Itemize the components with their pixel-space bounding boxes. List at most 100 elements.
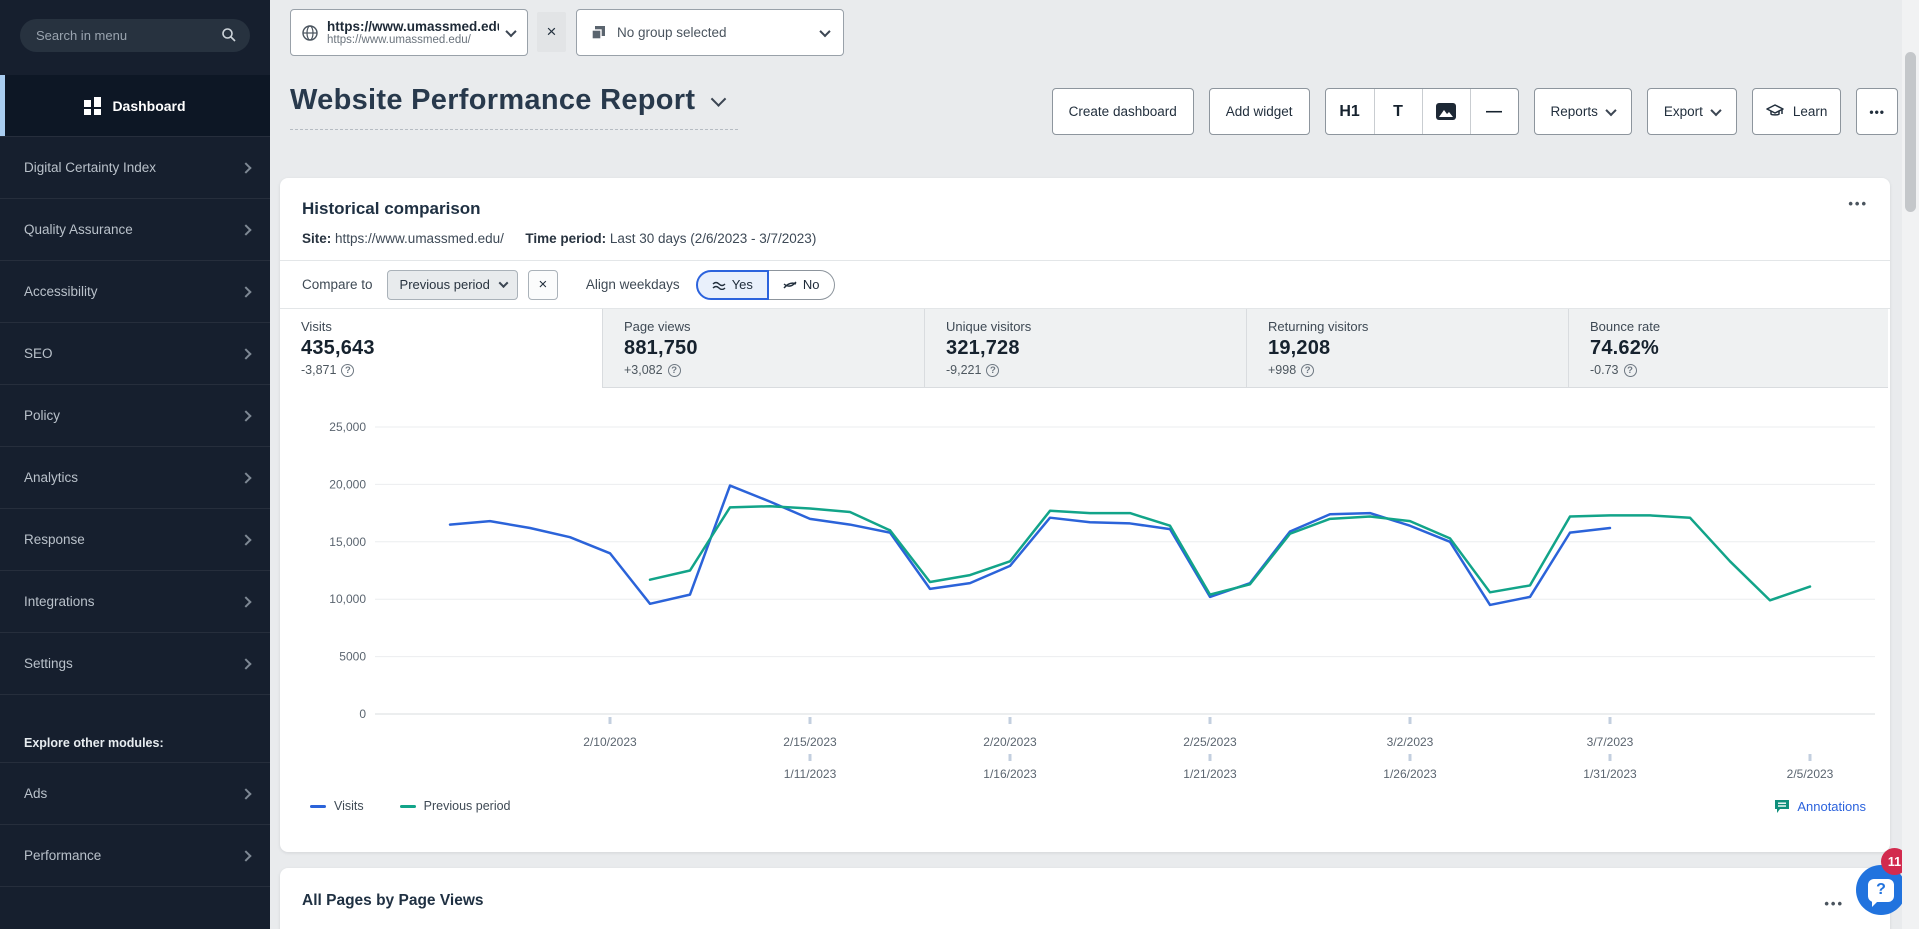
metric-tabs-row: Visits 435,643 -3,871? Page views 881,75… <box>280 308 1890 388</box>
svg-text:1/16/2023: 1/16/2023 <box>983 767 1037 780</box>
group-selector-dropdown[interactable]: No group selected <box>576 9 844 56</box>
sidebar-item-performance[interactable]: Performance <box>0 824 270 886</box>
historical-comparison-card: Historical comparison ••• Site: https://… <box>280 178 1890 852</box>
sidebar: Dashboard Digital Certainty Index Qualit… <box>0 0 270 929</box>
sidebar-item-accessibility[interactable]: Accessibility <box>0 260 270 322</box>
compare-controls-row: Compare to Previous period × Align weekd… <box>280 261 1890 308</box>
sidebar-item-analytics[interactable]: Analytics <box>0 446 270 508</box>
metric-label: Visits <box>301 319 602 334</box>
info-icon[interactable]: ? <box>1624 364 1637 377</box>
sidebar-nav: Digital Certainty Index Quality Assuranc… <box>0 136 270 929</box>
chevron-right-icon <box>240 286 251 297</box>
clear-compare-button[interactable]: × <box>528 270 558 300</box>
more-actions-button[interactable]: ••• <box>1856 88 1898 135</box>
sidebar-item-settings[interactable]: Settings <box>0 632 270 694</box>
align-weekdays-yes-button[interactable]: Yes <box>696 270 769 300</box>
card-menu-button[interactable]: ••• <box>1848 196 1868 211</box>
visits-line-chart[interactable]: 0500010,00015,00020,00025,0002/10/20232/… <box>290 400 1880 780</box>
sidebar-item-policy[interactable]: Policy <box>0 384 270 446</box>
sidebar-item-ads[interactable]: Ads <box>0 762 270 824</box>
sidebar-item-quality-assurance[interactable]: Quality Assurance <box>0 198 270 260</box>
visits-swatch <box>310 805 326 808</box>
chevron-right-icon <box>240 162 251 173</box>
group-icon <box>591 25 607 41</box>
site-selector-dropdown[interactable]: https://www.umassmed.edu/ https://www.um… <box>290 9 528 56</box>
legend-item-visits[interactable]: Visits <box>310 799 364 813</box>
metric-label: Bounce rate <box>1590 319 1888 334</box>
info-icon[interactable]: ? <box>986 364 999 377</box>
metric-delta: +998 <box>1268 363 1296 377</box>
text-widget-button[interactable]: T <box>1374 89 1422 134</box>
sidebar-item-dashboard[interactable]: Dashboard <box>0 75 270 136</box>
sidebar-item-digital-certainty-index[interactable]: Digital Certainty Index <box>0 136 270 198</box>
metric-tab-page-views[interactable]: Page views 881,750 +3,082? <box>602 309 924 388</box>
page-scrollbar[interactable] <box>1902 0 1919 929</box>
metric-value: 74.62% <box>1590 337 1888 360</box>
sidebar-item-label: Response <box>24 532 242 547</box>
svg-text:2/10/2023: 2/10/2023 <box>583 735 637 749</box>
add-widget-button[interactable]: Add widget <box>1209 88 1310 135</box>
sidebar-item-integrations[interactable]: Integrations <box>0 570 270 632</box>
metric-tab-visits[interactable]: Visits 435,643 -3,871? <box>280 309 602 388</box>
legend-label: Previous period <box>424 799 511 813</box>
metric-delta: -3,871 <box>301 363 336 377</box>
card-menu-button[interactable]: ••• <box>1824 896 1844 911</box>
sidebar-item-response[interactable]: Response <box>0 508 270 570</box>
question-bubble-icon: ? <box>1868 879 1894 902</box>
metric-label: Unique visitors <box>946 319 1246 334</box>
clear-site-button[interactable]: × <box>537 12 566 52</box>
metric-tab-unique-visitors[interactable]: Unique visitors 321,728 -9,221? <box>924 309 1246 388</box>
image-widget-button[interactable] <box>1422 89 1470 134</box>
heading-widget-button[interactable]: H1 <box>1326 89 1374 134</box>
all-pages-card: All Pages by Page Views ••• <box>280 868 1890 929</box>
svg-text:2/5/2023: 2/5/2023 <box>1787 767 1834 780</box>
metric-label: Page views <box>624 319 924 334</box>
info-icon[interactable]: ? <box>341 364 354 377</box>
reports-dropdown-button[interactable]: Reports <box>1534 88 1632 135</box>
widget-insert-group: H1 T — <box>1325 88 1519 135</box>
metric-value: 321,728 <box>946 337 1246 360</box>
metric-label: Returning visitors <box>1268 319 1568 334</box>
sidebar-item-seo[interactable]: SEO <box>0 322 270 384</box>
align-weekdays-no-button[interactable]: No <box>769 270 835 300</box>
create-dashboard-button[interactable]: Create dashboard <box>1052 88 1194 135</box>
metric-value: 435,643 <box>301 337 602 360</box>
divider-widget-button[interactable]: — <box>1470 89 1518 134</box>
export-dropdown-button[interactable]: Export <box>1647 88 1737 135</box>
annotations-label: Annotations <box>1797 799 1866 814</box>
learn-button[interactable]: Learn <box>1752 88 1842 135</box>
chevron-right-icon <box>240 596 251 607</box>
toolbar: Create dashboard Add widget H1 T — Repor… <box>1052 88 1898 135</box>
chevron-right-icon <box>240 348 251 359</box>
card-title: Historical comparison <box>302 199 481 218</box>
search-input[interactable] <box>20 19 250 52</box>
chevron-down-icon <box>819 25 830 36</box>
annotations-link[interactable]: Annotations <box>1774 799 1866 814</box>
group-selector-label: No group selected <box>617 25 811 40</box>
no-label: No <box>803 277 820 292</box>
metric-value: 881,750 <box>624 337 924 360</box>
graduation-cap-icon <box>1766 104 1784 119</box>
report-title-dropdown[interactable]: Website Performance Report <box>290 84 738 130</box>
time-period-value: Last 30 days (2/6/2023 - 3/7/2023) <box>610 231 816 246</box>
sidebar-item-label: SEO <box>24 346 242 361</box>
sidebar-item-label: Policy <box>24 408 242 423</box>
info-icon[interactable]: ? <box>668 364 681 377</box>
svg-text:2/20/2023: 2/20/2023 <box>983 735 1037 749</box>
compare-period-dropdown[interactable]: Previous period <box>387 270 518 300</box>
legend-item-previous-period[interactable]: Previous period <box>400 799 511 813</box>
site-url-secondary: https://www.umassmed.edu/ <box>327 34 499 46</box>
svg-text:1/11/2023: 1/11/2023 <box>784 767 837 780</box>
sidebar-item-label: Performance <box>24 848 242 863</box>
site-selector-texts: https://www.umassmed.edu/ https://www.um… <box>327 19 499 46</box>
info-icon[interactable]: ? <box>1301 364 1314 377</box>
page-title: Website Performance Report <box>290 84 695 117</box>
learn-label: Learn <box>1793 104 1828 119</box>
historical-card-header: Historical comparison ••• <box>280 178 1890 219</box>
site-period-line: Site: https://www.umassmed.edu/ Time per… <box>280 219 1890 246</box>
annotation-bubble-icon <box>1774 799 1790 814</box>
metric-delta: +3,082 <box>624 363 663 377</box>
metric-tab-returning-visitors[interactable]: Returning visitors 19,208 +998? <box>1246 309 1568 388</box>
scrollbar-thumb[interactable] <box>1905 52 1916 212</box>
metric-tab-bounce-rate[interactable]: Bounce rate 74.62% -0.73? <box>1568 309 1888 388</box>
